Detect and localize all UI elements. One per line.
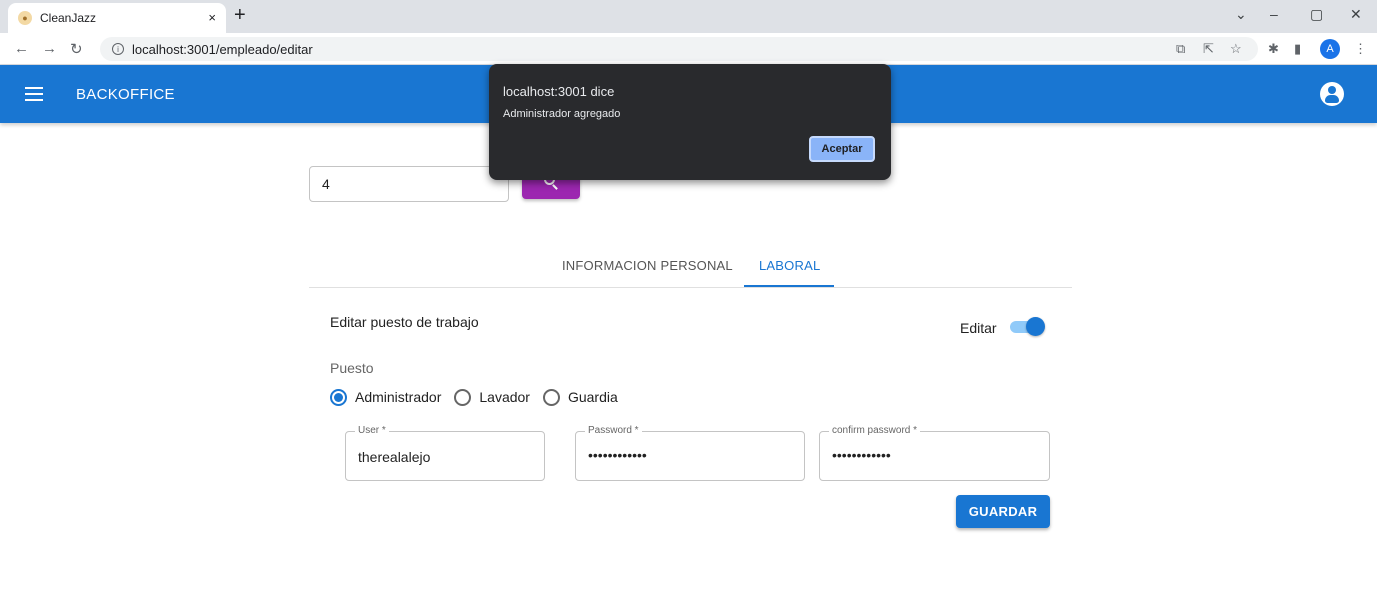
install-app-icon[interactable]: ⧉	[1176, 41, 1185, 57]
browser-tab-title: CleanJazz	[40, 11, 97, 25]
alert-dialog: localhost:3001 dice Administrador agrega…	[489, 64, 891, 180]
browser-toolbar: ← → ↻ i localhost:3001/empleado/editar ⧉…	[0, 33, 1377, 65]
tab-informacion-personal[interactable]: INFORMACION PERSONAL	[562, 258, 733, 273]
site-favicon-icon: ●	[18, 11, 32, 25]
browser-tab-strip: ● CleanJazz × + ⌄ – ▢ ✕	[0, 0, 1377, 33]
edit-toggle-label: Editar	[960, 320, 997, 336]
dialog-ok-button[interactable]: Aceptar	[809, 136, 875, 162]
tab-laboral[interactable]: LABORAL	[759, 258, 820, 273]
search-input-value: 4	[322, 176, 330, 192]
radio-label: Lavador	[479, 389, 530, 405]
active-tab-indicator	[744, 285, 834, 287]
minimize-icon[interactable]: –	[1270, 6, 1278, 22]
user-field[interactable]: User * therealalejo	[345, 425, 545, 481]
app-title: BACKOFFICE	[76, 86, 175, 103]
radio-unchecked-icon	[454, 388, 472, 406]
puesto-radio-group: Administrador Lavador Guardia	[330, 387, 631, 407]
site-info-icon[interactable]: i	[112, 43, 124, 55]
radio-administrador[interactable]: Administrador	[330, 388, 442, 406]
radio-unchecked-icon	[542, 388, 560, 406]
radio-guardia[interactable]: Guardia	[542, 388, 618, 406]
tab-close-icon[interactable]: ×	[208, 10, 216, 25]
menu-icon[interactable]	[25, 87, 43, 101]
forward-icon[interactable]: →	[42, 40, 57, 57]
browser-menu-icon[interactable]: ⋮	[1354, 41, 1367, 57]
puesto-label: Puesto	[330, 360, 374, 376]
reload-icon[interactable]: ↻	[70, 40, 83, 58]
browser-tab[interactable]: ● CleanJazz ×	[8, 3, 226, 33]
side-panel-icon[interactable]: ▮	[1294, 41, 1301, 57]
form-tabs: INFORMACION PERSONAL LABORAL	[309, 248, 1072, 288]
password-field[interactable]: Password * ••••••••••••	[575, 425, 805, 481]
section-title: Editar puesto de trabajo	[330, 314, 479, 330]
new-tab-button[interactable]: +	[234, 5, 246, 25]
radio-checked-icon	[330, 388, 347, 406]
confirm-password-field-label: confirm password *	[829, 425, 921, 436]
edit-toggle-switch[interactable]	[1010, 317, 1045, 336]
profile-avatar[interactable]: A	[1320, 39, 1340, 59]
radio-label: Guardia	[567, 389, 618, 405]
close-window-icon[interactable]: ✕	[1350, 6, 1362, 23]
tab-search-icon[interactable]: ⌄	[1235, 6, 1247, 23]
back-icon[interactable]: ←	[14, 40, 29, 57]
radio-label: Administrador	[355, 389, 442, 405]
confirm-password-field-value: ••••••••••••	[832, 447, 891, 463]
user-field-value: therealalejo	[358, 449, 431, 465]
user-field-label: User *	[355, 425, 389, 436]
radio-lavador[interactable]: Lavador	[454, 388, 530, 406]
account-icon[interactable]	[1320, 82, 1344, 106]
address-url: localhost:3001/empleado/editar	[132, 41, 313, 57]
restore-icon[interactable]: ▢	[1310, 6, 1323, 23]
dialog-message: Administrador agregado	[503, 108, 621, 120]
password-field-value: ••••••••••••	[588, 447, 647, 463]
employee-search-input[interactable]: 4	[309, 166, 509, 202]
save-button[interactable]: GUARDAR	[956, 495, 1050, 528]
share-icon[interactable]: ⇱	[1203, 41, 1214, 57]
dialog-title: localhost:3001 dice	[503, 84, 615, 99]
password-field-label: Password *	[585, 425, 642, 436]
bookmark-star-icon[interactable]: ☆	[1230, 41, 1242, 57]
extensions-icon[interactable]: ✱	[1268, 41, 1279, 57]
address-bar[interactable]: i localhost:3001/empleado/editar	[100, 37, 1258, 61]
confirm-password-field[interactable]: confirm password * ••••••••••••	[819, 425, 1050, 481]
